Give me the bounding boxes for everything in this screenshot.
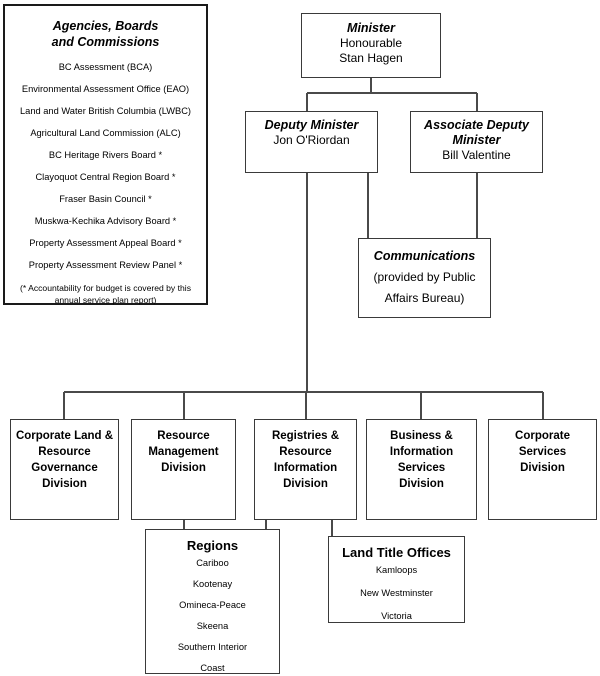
region-item: Omineca-Peace — [179, 600, 246, 610]
region-item: Kootenay — [192, 579, 233, 589]
division-label-line1: Corporate Land & — [15, 430, 114, 442]
associate-deputy-minister-name: Bill Valentine — [442, 148, 511, 162]
communications-note-line2: Affairs Bureau) — [384, 291, 465, 305]
agency-item: Environmental Assessment Office (EAO) — [21, 84, 190, 94]
minister-name-line2: Stan Hagen — [339, 51, 403, 65]
agencies-boards-commissions-panel: Agencies, Boards and Commissions BC Asse… — [3, 4, 208, 305]
division-label-line2: Services — [518, 446, 567, 458]
land-title-offices-title: Land Title Offices — [342, 545, 451, 560]
region-item: Skeena — [196, 621, 229, 631]
division-node-corporate-services: Corporate Services Division — [488, 419, 597, 520]
division-label-line4: Division — [283, 478, 328, 490]
agency-item: Clayoquot Central Region Board * — [35, 172, 176, 182]
agency-item: BC Heritage Rivers Board * — [48, 150, 163, 160]
division-label-line4: Division — [42, 478, 87, 490]
deputy-minister-node: Deputy Minister Jon O'Riordan — [245, 111, 378, 173]
division-label-line1: Registries & — [271, 430, 340, 442]
deputy-minister-name: Jon O'Riordan — [273, 133, 350, 147]
region-item: Coast — [200, 663, 225, 673]
regions-node: Regions Cariboo Kootenay Omineca-Peace S… — [145, 529, 280, 674]
org-chart: Agencies, Boards and Commissions BC Asse… — [0, 0, 600, 676]
division-label-line2: Resource — [38, 446, 91, 458]
agencies-panel-footnote: (* Accountability for budget is covered … — [19, 283, 191, 305]
agency-item: Property Assessment Review Panel * — [28, 260, 183, 270]
associate-deputy-minister-title-line1: Associate Deputy — [424, 118, 529, 132]
division-label-line2: Resource — [279, 446, 332, 458]
division-label-line3: Division — [161, 462, 206, 474]
deputy-minister-title: Deputy Minister — [264, 118, 359, 132]
land-title-office-item: Victoria — [381, 611, 412, 621]
regions-title: Regions — [186, 538, 239, 553]
agency-item: Agricultural Land Commission (ALC) — [30, 128, 181, 138]
division-label-line2: Information — [389, 446, 454, 458]
agencies-panel-title-line1: Agencies, Boards — [52, 19, 159, 33]
land-title-office-item: Kamloops — [375, 565, 418, 575]
division-node-registries-resource-information: Registries & Resource Information Divisi… — [254, 419, 357, 520]
agency-item: Fraser Basin Council * — [59, 194, 152, 204]
agency-item: BC Assessment (BCA) — [58, 62, 153, 72]
division-label-line1: Corporate — [515, 430, 570, 442]
associate-deputy-minister-title-line2: Minister — [452, 133, 501, 147]
agency-item: Muskwa-Kechika Advisory Board * — [34, 216, 177, 226]
communications-node: Communications (provided by Public Affai… — [358, 238, 491, 318]
division-label-line3: Governance — [31, 462, 98, 474]
minister-title: Minister — [347, 21, 395, 35]
division-label-line3: Services — [397, 462, 446, 474]
communications-title: Communications — [373, 249, 476, 263]
agencies-panel-title: Agencies, Boards and Commissions — [5, 18, 206, 50]
communications-note-line1: (provided by Public — [373, 270, 476, 284]
region-item: Southern Interior — [177, 642, 248, 652]
division-node-business-information-services: Business & Information Services Division — [366, 419, 477, 520]
land-title-offices-node: Land Title Offices Kamloops New Westmins… — [328, 536, 465, 623]
land-title-office-item: New Westminster — [360, 588, 433, 598]
agencies-panel-title-line2: and Commissions — [51, 35, 160, 49]
division-label-line1: Resource — [157, 430, 210, 442]
agency-item: Property Assessment Appeal Board * — [29, 238, 182, 248]
agency-item: Land and Water British Columbia (LWBC) — [19, 106, 192, 116]
division-label-line3: Information — [273, 462, 338, 474]
division-label-line4: Division — [399, 478, 444, 490]
division-label-line1: Business & — [390, 430, 453, 442]
minister-node: Minister Honourable Stan Hagen — [301, 13, 441, 78]
division-label-line2: Management — [148, 446, 219, 458]
division-label-line3: Division — [520, 462, 565, 474]
region-item: Cariboo — [196, 558, 229, 568]
associate-deputy-minister-node: Associate Deputy Minister Bill Valentine — [410, 111, 543, 173]
division-node-resource-management: Resource Management Division — [131, 419, 236, 520]
minister-name-line1: Honourable — [339, 36, 403, 50]
division-node-corporate-land-resource-governance: Corporate Land & Resource Governance Div… — [10, 419, 119, 520]
